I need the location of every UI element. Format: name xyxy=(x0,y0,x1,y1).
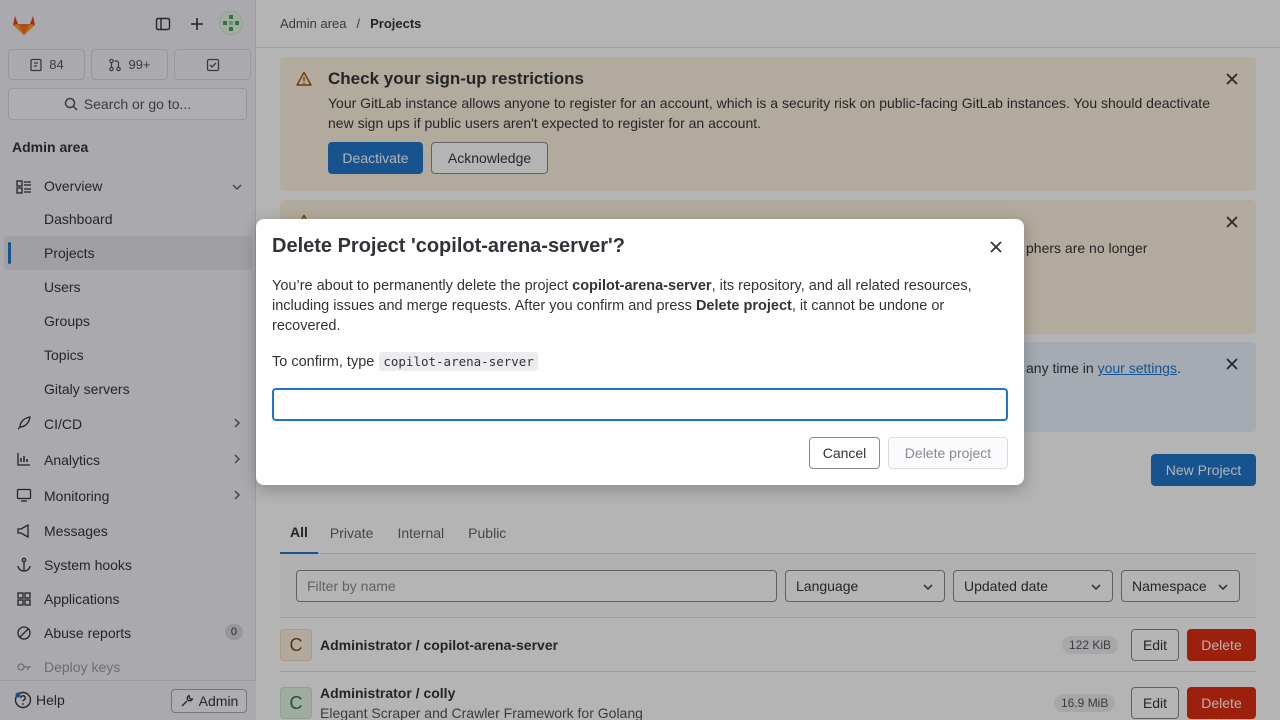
confirm-instruction: To confirm, type copilot-arena-server xyxy=(272,352,538,371)
close-icon[interactable] xyxy=(988,239,1004,255)
delete-project-modal: Delete Project 'copilot-arena-server'? Y… xyxy=(256,219,1024,485)
confirm-project-name-input[interactable] xyxy=(272,388,1008,421)
modal-action-name: Delete project xyxy=(695,298,792,314)
modal-title: Delete Project 'copilot-arena-server'? xyxy=(272,235,625,257)
cancel-button[interactable]: Cancel xyxy=(809,437,880,469)
modal-body-text: You’re about to permanently delete the p… xyxy=(272,276,992,336)
modal-body-part: You’re about to permanently delete the p… xyxy=(272,278,573,294)
delete-project-button[interactable]: Delete project xyxy=(888,437,1008,469)
confirm-label: To confirm, type xyxy=(272,353,375,370)
confirm-code: copilot-arena-server xyxy=(379,352,538,371)
modal-project-name: copilot-arena-server xyxy=(572,278,712,294)
